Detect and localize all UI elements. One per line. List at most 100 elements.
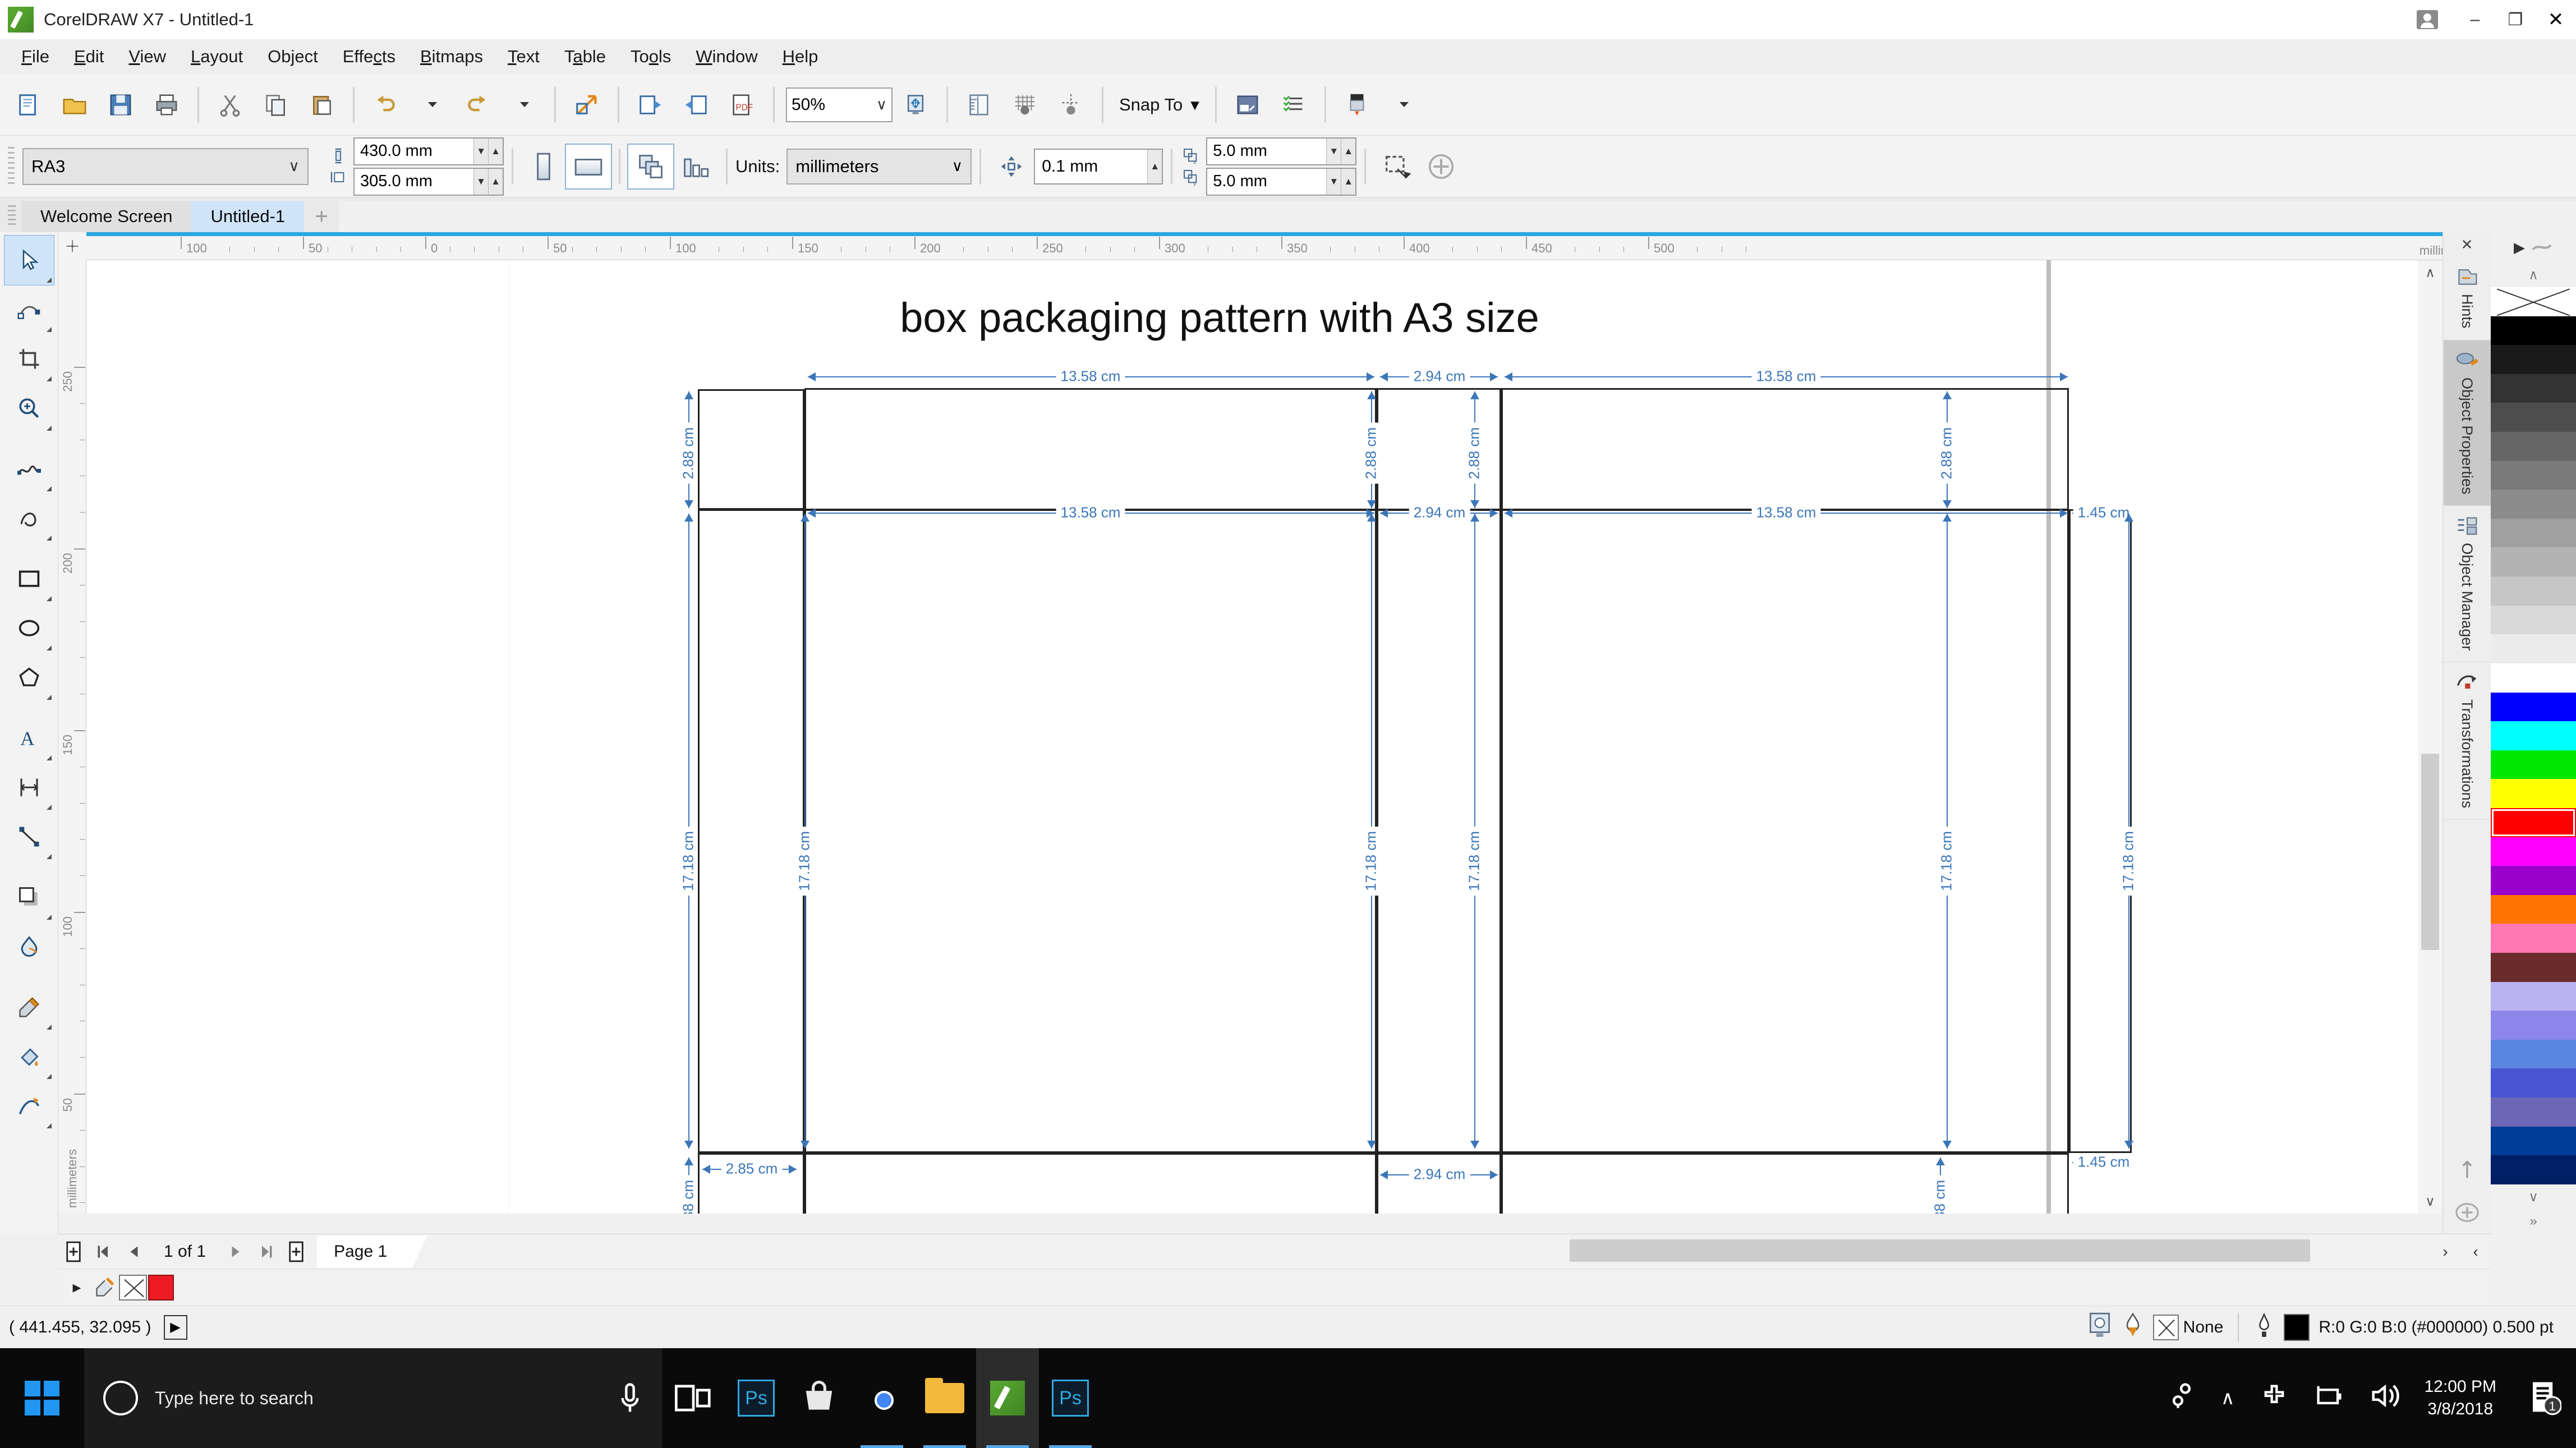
zoom-level-combo[interactable]: 50% ∨ bbox=[786, 87, 893, 122]
palette-swatch[interactable] bbox=[2491, 721, 2576, 750]
menu-view[interactable]: View bbox=[116, 43, 178, 70]
palette-scroll-up[interactable]: ∧ bbox=[2491, 262, 2576, 287]
palette-swatch[interactable] bbox=[2491, 1011, 2576, 1040]
artwork-title[interactable]: box packaging pattern with A3 size bbox=[743, 294, 1696, 342]
open-application-button[interactable] bbox=[564, 82, 610, 127]
current-page-only-button[interactable] bbox=[673, 145, 718, 188]
copy-button[interactable] bbox=[253, 82, 299, 127]
flyout-arrow-icon[interactable] bbox=[46, 1020, 52, 1030]
transparency-tool[interactable] bbox=[4, 922, 54, 971]
palette-swatch[interactable] bbox=[2491, 432, 2576, 461]
flyout-arrow-icon[interactable] bbox=[46, 481, 52, 491]
menu-window[interactable]: Window bbox=[683, 43, 770, 70]
landscape-orientation-button[interactable] bbox=[565, 143, 612, 190]
flyout-arrow-icon[interactable] bbox=[46, 1069, 52, 1079]
palette-swatch[interactable] bbox=[2491, 345, 2576, 374]
paste-button[interactable] bbox=[299, 82, 345, 127]
file-explorer-button[interactable] bbox=[913, 1348, 976, 1448]
palette-swatches[interactable] bbox=[2491, 287, 2576, 1184]
palette-swatch[interactable] bbox=[2491, 403, 2576, 432]
show-grid-button[interactable] bbox=[1002, 82, 1048, 127]
interactive-fill-tool[interactable] bbox=[4, 1032, 54, 1081]
start-button[interactable] bbox=[0, 1348, 84, 1448]
object-styles-button[interactable] bbox=[1271, 82, 1317, 127]
palette-swatch[interactable] bbox=[2491, 663, 2576, 693]
print-button[interactable] bbox=[144, 82, 190, 127]
edit-objects-across-layers-button[interactable] bbox=[1374, 145, 1419, 188]
vertical-scroll-thumb[interactable] bbox=[2421, 754, 2439, 950]
minimize-button[interactable]: – bbox=[2455, 0, 2495, 39]
menu-text[interactable]: Text bbox=[495, 43, 552, 70]
flyout-arrow-icon[interactable] bbox=[46, 591, 52, 601]
color-eyedropper-tool[interactable] bbox=[4, 983, 54, 1032]
palette-swatch[interactable] bbox=[2491, 460, 2576, 490]
dup-y-up-arrow[interactable]: ▲ bbox=[1341, 168, 1356, 195]
scroll-tabs-left[interactable]: ‹ bbox=[2460, 1235, 2491, 1268]
palette-swatch[interactable] bbox=[2491, 1126, 2576, 1156]
palette-swatch[interactable] bbox=[2491, 1155, 2576, 1184]
ruler-origin-button[interactable] bbox=[58, 232, 86, 260]
pick-tool[interactable] bbox=[3, 235, 54, 285]
export-button[interactable] bbox=[673, 82, 719, 127]
dup-x-down-arrow[interactable]: ▼ bbox=[1326, 138, 1341, 164]
open-document-button[interactable] bbox=[52, 82, 98, 127]
menu-bitmaps[interactable]: Bitmaps bbox=[408, 43, 495, 70]
microphone-icon[interactable] bbox=[617, 1381, 643, 1415]
palette-swatch[interactable] bbox=[2491, 1097, 2576, 1127]
photoshop-2-taskbar-button[interactable]: Ps bbox=[1039, 1348, 1102, 1448]
palette-swatch[interactable] bbox=[2491, 750, 2576, 780]
user-account-icon[interactable] bbox=[2417, 10, 2438, 29]
people-icon[interactable] bbox=[2167, 1381, 2196, 1415]
chevron-down-icon[interactable]: ∨ bbox=[951, 158, 963, 175]
next-page-button[interactable] bbox=[220, 1235, 251, 1268]
page-tab-page-1[interactable]: Page 1 bbox=[317, 1235, 428, 1268]
page-type-combo[interactable]: RA3 ∨ bbox=[22, 147, 309, 185]
palette-swatch[interactable] bbox=[2491, 316, 2576, 345]
width-down-arrow[interactable]: ▼ bbox=[473, 138, 488, 164]
ellipse-tool[interactable] bbox=[4, 603, 54, 653]
tab-untitled-1[interactable]: Untitled-1 bbox=[191, 201, 305, 232]
dup-x-up-arrow[interactable]: ▲ bbox=[1341, 138, 1356, 164]
eyedropper-icon[interactable] bbox=[91, 1272, 119, 1303]
undo-dropdown[interactable] bbox=[408, 82, 454, 127]
taskbar-clock[interactable]: 12:00 PM 3/8/2018 bbox=[2425, 1376, 2496, 1421]
redo-dropdown[interactable] bbox=[500, 82, 546, 127]
smart-drawing-tool[interactable] bbox=[4, 1081, 54, 1131]
chevron-down-icon[interactable]: ∨ bbox=[288, 158, 300, 175]
close-docker-button[interactable]: ✕ bbox=[2443, 232, 2491, 257]
drop-shadow-tool[interactable] bbox=[4, 873, 54, 922]
publish-to-pdf-button[interactable]: PDF bbox=[719, 82, 765, 127]
flyout-arrow-icon[interactable] bbox=[46, 690, 52, 700]
menu-object[interactable]: Object bbox=[255, 43, 330, 70]
show-guidelines-button[interactable] bbox=[1048, 82, 1094, 127]
taskbar-search-box[interactable]: Type here to search bbox=[84, 1348, 662, 1448]
nudge-distance-input[interactable]: 0.1 mm ▲ bbox=[1034, 148, 1163, 185]
drawing-canvas[interactable]: box packaging pattern with A3 size 13.58… bbox=[86, 260, 2488, 1214]
palette-swatch[interactable] bbox=[2491, 547, 2576, 577]
smart-fill-tool[interactable] bbox=[4, 494, 54, 543]
task-view-button[interactable] bbox=[662, 1348, 725, 1448]
show-rulers-button[interactable] bbox=[956, 82, 1002, 127]
scroll-tabs-right[interactable]: › bbox=[2430, 1235, 2460, 1268]
battery-icon[interactable] bbox=[2313, 1382, 2345, 1414]
duplicate-y-input[interactable]: 5.0 mm ▼ ▲ bbox=[1206, 167, 1357, 196]
page-width-input[interactable]: 430.0 mm ▼ ▲ bbox=[353, 137, 504, 165]
flyout-arrow-icon[interactable] bbox=[46, 750, 52, 760]
previous-page-button[interactable] bbox=[119, 1235, 149, 1268]
units-combo[interactable]: millimeters ∨ bbox=[786, 148, 972, 185]
palette-scroll-down[interactable]: ∨ bbox=[2491, 1184, 2576, 1209]
palette-expand[interactable]: » bbox=[2491, 1209, 2576, 1234]
palette-swatch[interactable] bbox=[2491, 894, 2576, 924]
menu-effects[interactable]: Effects bbox=[330, 43, 408, 70]
shape-edit-tool[interactable] bbox=[4, 285, 54, 334]
import-button[interactable] bbox=[627, 82, 673, 127]
flyout-arrow-icon[interactable] bbox=[46, 849, 52, 859]
flyout-arrow-icon[interactable] bbox=[46, 322, 52, 332]
redo-button[interactable] bbox=[454, 82, 500, 127]
last-page-button[interactable] bbox=[251, 1235, 281, 1268]
palette-swatch[interactable] bbox=[2491, 518, 2576, 548]
options-button[interactable] bbox=[1225, 82, 1271, 127]
flyout-arrow-icon[interactable] bbox=[46, 1118, 52, 1128]
portrait-orientation-button[interactable] bbox=[521, 145, 566, 188]
color-palette[interactable]: ▶ ∧ ∨ » bbox=[2491, 232, 2576, 1234]
